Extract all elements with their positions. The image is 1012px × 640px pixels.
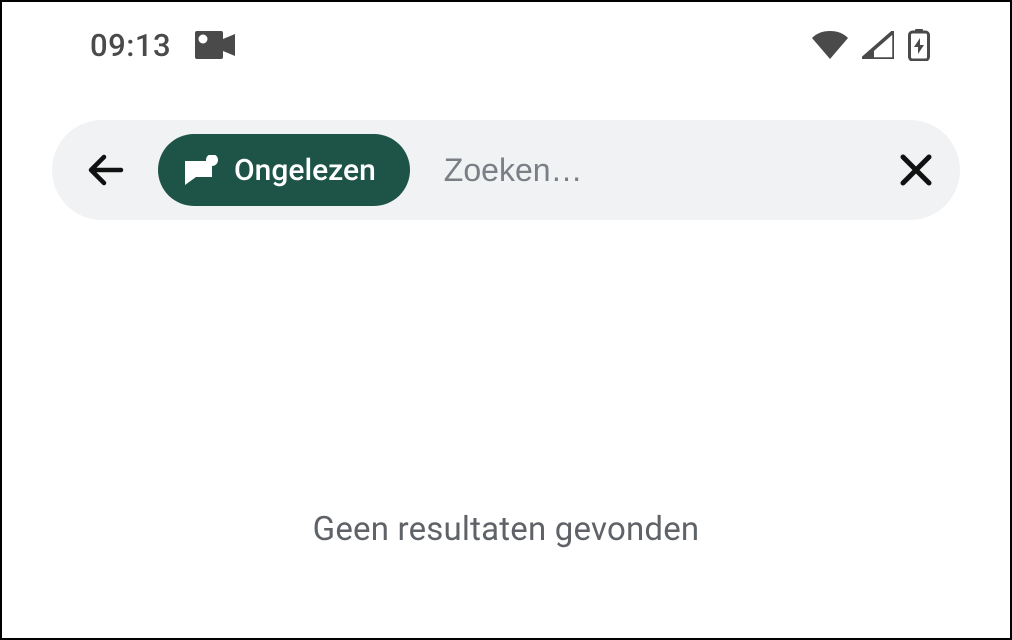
status-bar: 09:13 xyxy=(2,2,1010,80)
search-bar: Ongelezen xyxy=(52,120,960,220)
empty-state-message: Geen resultaten gevonden xyxy=(2,510,1010,549)
back-button[interactable] xyxy=(82,146,130,194)
close-button[interactable] xyxy=(892,146,940,194)
search-input[interactable] xyxy=(444,152,864,189)
close-icon xyxy=(897,151,935,189)
arrow-left-icon xyxy=(86,150,126,190)
wifi-icon xyxy=(812,31,848,59)
battery-icon xyxy=(908,29,930,61)
filter-chip-unread[interactable]: Ongelezen xyxy=(158,134,410,206)
status-bar-left: 09:13 xyxy=(30,27,235,64)
video-recording-icon xyxy=(195,31,235,59)
signal-icon xyxy=(862,31,894,59)
clock: 09:13 xyxy=(90,27,171,64)
status-bar-right xyxy=(812,29,982,61)
filter-chip-label: Ongelezen xyxy=(234,153,376,188)
unread-icon xyxy=(182,155,218,185)
